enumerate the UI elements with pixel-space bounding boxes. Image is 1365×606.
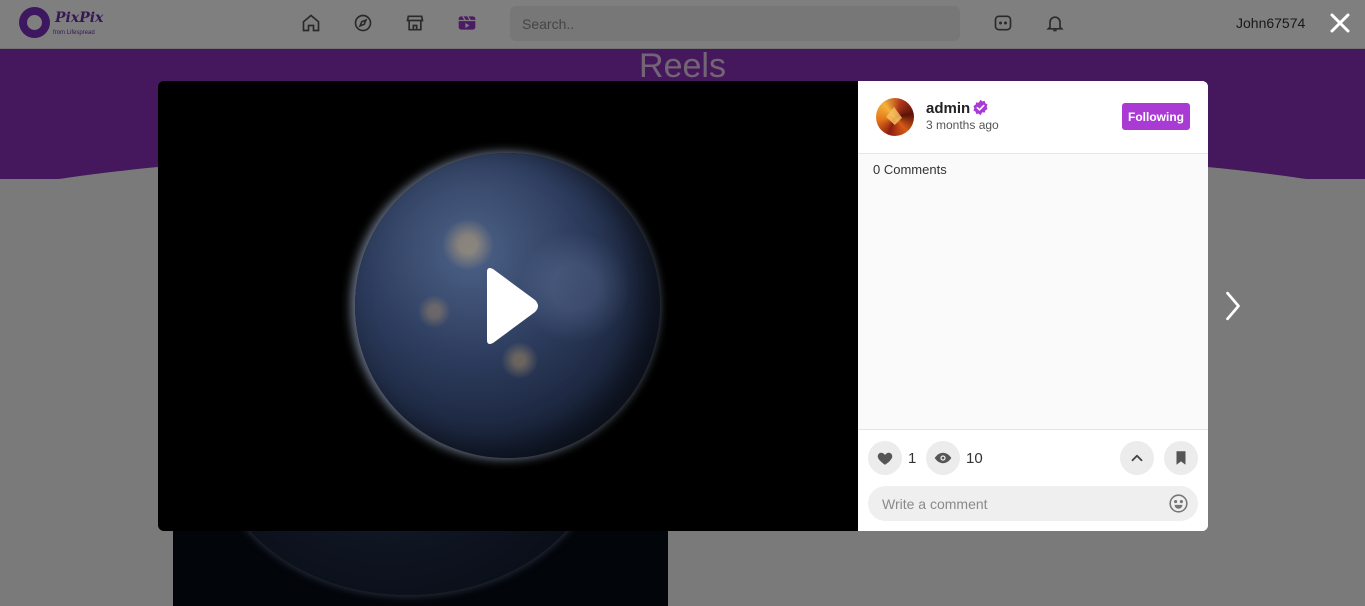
likes-count: 1 [908,450,917,467]
comment-input[interactable] [882,486,1162,521]
play-icon[interactable] [483,266,543,346]
bookmark-icon[interactable] [1164,441,1198,475]
author-name[interactable]: admin [926,100,970,117]
next-reel-chevron-icon[interactable] [1218,286,1248,326]
post-timestamp: 3 months ago [926,118,999,132]
avatar[interactable] [876,98,914,136]
comment-composer [868,486,1198,521]
comments-count: 0 Comments [873,162,947,177]
verified-badge-icon [972,99,989,116]
like-heart-icon[interactable] [868,441,902,475]
following-button[interactable]: Following [1122,103,1190,130]
reel-details-panel: admin 3 months ago Following 0 Comments … [858,81,1208,531]
reel-author-header: admin 3 months ago Following [858,81,1208,154]
chevron-up-icon[interactable] [1120,441,1154,475]
reel-video-player[interactable] [158,81,858,531]
views-count: 10 [966,450,983,467]
views-eye-icon [926,441,960,475]
emoji-icon[interactable] [1168,493,1189,514]
close-icon[interactable] [1327,10,1353,36]
reel-actions-bar: 1 10 [858,429,1208,531]
